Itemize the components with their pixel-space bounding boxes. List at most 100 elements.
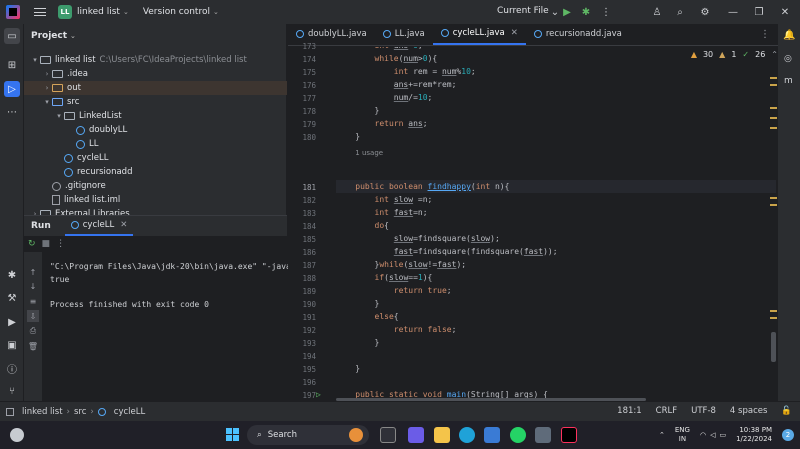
line-number[interactable]: 197 — [302, 391, 316, 400]
line-number[interactable]: 183 — [302, 209, 316, 218]
caret-position[interactable]: 181:1 — [617, 406, 642, 416]
line-number[interactable]: 188 — [302, 274, 316, 283]
print-icon[interactable]: ⎙ — [27, 325, 39, 337]
tree-item[interactable]: ▾ linked list C:\Users\FC\IdeaProjects\lin… — [24, 53, 287, 67]
teams-icon[interactable] — [408, 427, 424, 443]
more-tabs-icon[interactable]: ⋮ — [760, 29, 770, 40]
project-folder-icon[interactable]: ▭ — [4, 28, 20, 44]
code-area[interactable]: int ans=0; while(num>0){ int rem = num%1… — [336, 47, 776, 401]
tree-item[interactable]: ▾ src — [24, 95, 287, 109]
battery-icon[interactable]: ▭ — [719, 431, 726, 439]
more-actions-icon[interactable]: ⋮ — [56, 239, 65, 249]
breadcrumb-file[interactable]: cycleLL — [114, 407, 145, 417]
close-tab-icon[interactable]: ✕ — [120, 220, 127, 230]
warning-marker[interactable] — [770, 84, 777, 86]
close-icon[interactable]: ✕ — [778, 5, 792, 19]
line-number[interactable]: 189 — [302, 287, 316, 296]
line-number[interactable]: 184 — [302, 222, 316, 231]
arrow-down-icon[interactable]: ↓ — [27, 280, 39, 292]
soft-wrap-icon[interactable]: ≡ — [27, 295, 39, 307]
more-tools-icon[interactable]: ⋯ — [4, 104, 20, 120]
main-menu-icon[interactable] — [34, 6, 46, 18]
project-panel-header[interactable]: Project ⌄ — [24, 24, 286, 48]
debug-icon[interactable]: ✱ — [579, 5, 593, 19]
minimize-icon[interactable]: — — [726, 5, 740, 19]
breadcrumb-src[interactable]: src — [74, 407, 86, 417]
store-icon[interactable] — [484, 427, 500, 443]
run-gutter-icon[interactable]: ▷ — [316, 390, 321, 399]
arrow-up-icon[interactable]: ↑ — [27, 266, 39, 278]
notification-badge[interactable]: 2 — [782, 429, 794, 441]
file-encoding[interactable]: UTF-8 — [691, 406, 716, 416]
more-actions-icon[interactable]: ⋮ — [599, 5, 613, 19]
scroll-to-end-icon[interactable]: ⇩ — [27, 310, 39, 322]
project-name[interactable]: linked list — [77, 7, 120, 17]
lock-icon[interactable]: 🔓 — [781, 406, 792, 416]
warning-marker[interactable] — [770, 127, 777, 129]
warning-marker[interactable] — [770, 317, 777, 319]
stop-icon[interactable]: ■ — [42, 239, 51, 249]
git-icon[interactable]: ⑂ — [4, 383, 20, 399]
restore-icon[interactable]: ❐ — [752, 5, 766, 19]
editor-tab[interactable]: doublyLL.java — [288, 23, 375, 45]
line-number[interactable]: 187 — [302, 261, 316, 270]
maven-icon[interactable]: m — [784, 76, 793, 86]
line-number[interactable]: 177 — [302, 94, 316, 103]
problems-icon[interactable]: ⓘ — [4, 360, 20, 376]
line-number[interactable]: 190 — [302, 300, 316, 309]
tree-item[interactable]: linked list.iml — [24, 193, 287, 207]
chevron-down-icon[interactable]: ⌄ — [213, 8, 219, 16]
file-explorer-icon[interactable] — [434, 427, 450, 443]
line-number[interactable]: 182 — [302, 196, 316, 205]
clock[interactable]: 10:38 PM 1/22/2024 — [736, 426, 772, 444]
editor-tab[interactable]: cycleLL.java ✕ — [432, 23, 526, 45]
chevron-down-icon[interactable]: ⌄ — [70, 32, 76, 40]
run-config-selector[interactable]: Current File — [497, 6, 549, 16]
tree-item[interactable]: › .idea — [24, 67, 287, 81]
usage-hint[interactable]: 1 usage — [336, 148, 383, 157]
whatsapp-icon[interactable] — [510, 427, 526, 443]
line-number[interactable]: 191 — [302, 313, 316, 322]
run-tab[interactable]: cycleLL ✕ — [64, 216, 134, 236]
windows-start-icon[interactable] — [226, 428, 239, 441]
chevron-up-icon[interactable]: ⌃ — [659, 431, 665, 439]
console-output[interactable]: "C:\Program Files\Java\jdk-20\bin\java.e… — [50, 261, 296, 311]
tree-item[interactable]: LL — [24, 137, 287, 151]
warning-marker[interactable] — [770, 197, 777, 199]
task-view-icon[interactable] — [380, 427, 396, 443]
chevron-down-icon[interactable]: ⌄ — [123, 8, 129, 16]
volume-icon[interactable]: ◁ — [710, 431, 715, 439]
edge-icon[interactable] — [459, 427, 475, 443]
notifications-bell-icon[interactable]: 🔔 — [783, 30, 795, 41]
line-number[interactable]: 180 — [302, 133, 316, 142]
line-number[interactable]: 192 — [302, 326, 316, 335]
database-icon[interactable]: ◎ — [784, 54, 792, 64]
warning-marker[interactable] — [770, 204, 777, 206]
warning-marker[interactable] — [770, 310, 777, 312]
tree-item[interactable]: cycleLL — [24, 151, 287, 165]
vertical-scrollbar[interactable] — [770, 47, 777, 401]
weather-icon[interactable] — [10, 428, 24, 442]
project-badge[interactable]: LL — [58, 5, 72, 19]
indent-setting[interactable]: 4 spaces — [730, 406, 767, 416]
taskbar-search[interactable]: ⌕ Search — [247, 425, 369, 445]
line-number[interactable]: 193 — [302, 339, 316, 348]
search-icon[interactable]: ⌕ — [673, 5, 687, 19]
line-number[interactable]: 194 — [302, 352, 316, 361]
structure-icon[interactable]: ⊞ — [4, 57, 20, 73]
add-user-icon[interactable]: ♙ — [650, 5, 664, 19]
line-number[interactable]: 195 — [302, 365, 316, 374]
services-icon[interactable]: ▶ — [4, 314, 20, 330]
run-tool-icon[interactable]: ▷ — [4, 81, 20, 97]
warning-marker[interactable] — [770, 77, 777, 79]
build-hammer-icon[interactable]: ⚒ — [4, 290, 20, 306]
chevron-right-icon[interactable]: › — [42, 70, 52, 78]
close-tab-icon[interactable]: ✕ — [511, 28, 518, 38]
editor-tab[interactable]: recursionadd.java — [526, 23, 630, 45]
debug-tool-icon[interactable]: ✱ — [4, 267, 20, 283]
warning-marker[interactable] — [770, 117, 777, 119]
line-number[interactable]: 181 — [302, 183, 316, 192]
line-number[interactable]: 186 — [302, 248, 316, 257]
line-number[interactable]: 174 — [302, 55, 316, 64]
tree-item[interactable]: .gitignore — [24, 179, 287, 193]
